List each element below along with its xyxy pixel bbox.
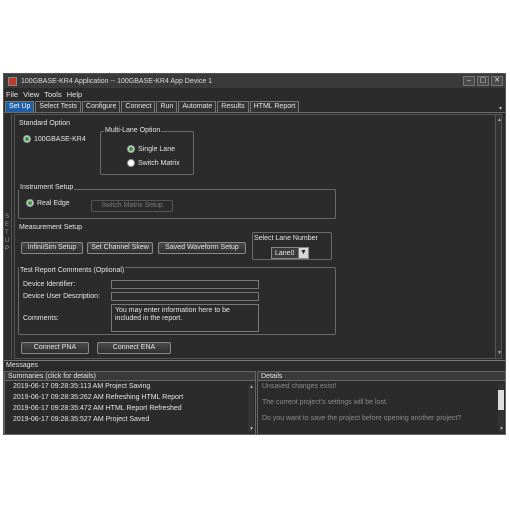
- radio-unselected-icon: [127, 159, 135, 167]
- tab-configure[interactable]: Configure: [82, 101, 121, 112]
- summaries-header: Summaries (click for details): [5, 372, 255, 381]
- radio-single-lane-label: Single Lane: [138, 145, 175, 153]
- tab-results[interactable]: Results: [217, 101, 249, 112]
- menu-help[interactable]: Help: [67, 90, 82, 99]
- summary-row[interactable]: 2019-06-17 09:28:35:472 AM HTML Report R…: [5, 403, 255, 414]
- chevron-down-icon[interactable]: ▼: [298, 248, 308, 258]
- scroll-up-icon[interactable]: ▲: [497, 117, 502, 123]
- menu-view[interactable]: View: [23, 90, 39, 99]
- radio-100gbase-kr4[interactable]: 100GBASE-KR4: [23, 135, 86, 143]
- standard-option-label: Standard Option: [19, 120, 70, 127]
- device-identifier-label: Device Identifier:: [23, 281, 76, 288]
- tab-run[interactable]: Run: [156, 101, 178, 112]
- side-strip-letter: U: [5, 238, 10, 244]
- tab-connect[interactable]: Connect: [121, 101, 156, 112]
- setup-panel: Standard Option 100GBASE-KR4 Multi-Lane …: [14, 114, 502, 359]
- side-strip-letter: S: [5, 214, 10, 220]
- scroll-down-icon[interactable]: ▼: [497, 350, 502, 356]
- side-strip-letter: E: [5, 222, 10, 228]
- measurement-setup-label: Measurement Setup: [19, 224, 83, 231]
- connect-pna-button[interactable]: Connect PNA: [21, 342, 89, 354]
- radio-switch-matrix[interactable]: Switch Matrix: [127, 159, 180, 167]
- instrument-setup-label: Instrument Setup: [19, 184, 75, 191]
- select-lane-label: Select Lane Number: [253, 235, 319, 242]
- summaries-scrollbar[interactable]: ▲ ▼: [248, 384, 254, 432]
- comments-field[interactable]: You may enter information here to be inc…: [111, 304, 259, 332]
- device-user-description-field[interactable]: [111, 292, 259, 301]
- scroll-down-icon[interactable]: ▼: [499, 426, 504, 432]
- details-line: Do you want to save the project before o…: [262, 415, 462, 422]
- test-report-label: Test Report Comments (Optional): [19, 267, 126, 274]
- menu-bar: File View Tools Help: [4, 89, 505, 100]
- radio-real-edge[interactable]: Real Edge: [26, 199, 70, 207]
- window-controls: – ▢ ✕: [463, 76, 503, 86]
- multi-lane-label: Multi-Lane Option: [104, 127, 162, 134]
- infinisim-setup-button[interactable]: InfiniiSim Setup: [21, 242, 83, 254]
- tab-bar: Set Up Select Tests Configure Connect Ru…: [4, 101, 505, 113]
- radio-selected-icon: [26, 199, 34, 207]
- side-strip-letter: T: [5, 230, 9, 236]
- radio-switch-matrix-label: Switch Matrix: [138, 159, 180, 167]
- radio-100gbase-kr4-label: 100GBASE-KR4: [34, 135, 86, 143]
- connect-ena-button[interactable]: Connect ENA: [97, 342, 171, 354]
- radio-selected-icon: [23, 135, 31, 143]
- scroll-thumb[interactable]: [498, 390, 504, 410]
- side-strip-letter: P: [5, 246, 10, 252]
- scroll-up-icon[interactable]: ▲: [249, 384, 254, 390]
- scroll-down-icon[interactable]: ▼: [249, 426, 254, 432]
- tab-automate[interactable]: Automate: [178, 101, 217, 112]
- maximize-button[interactable]: ▢: [477, 76, 489, 86]
- menu-tools[interactable]: Tools: [44, 90, 62, 99]
- set-channel-skew-button[interactable]: Set Channel Skew: [87, 242, 153, 254]
- tab-select-tests[interactable]: Select Tests: [35, 101, 82, 112]
- radio-selected-icon: [127, 145, 135, 153]
- radio-real-edge-label: Real Edge: [37, 199, 70, 207]
- summary-row[interactable]: 2019-06-17 09:28:35:527 AM Project Saved: [5, 414, 255, 425]
- messages-label: Messages: [6, 362, 38, 369]
- window-title: 100GBASE-KR4 Application -- 100GBASE-KR4…: [21, 77, 213, 85]
- tab-set-up[interactable]: Set Up: [5, 101, 35, 112]
- details-header: Details: [258, 372, 505, 381]
- lane-select-value: Lane0: [275, 249, 295, 257]
- chevron-down-icon[interactable]: ▾: [499, 105, 502, 112]
- menu-file[interactable]: File: [6, 90, 18, 99]
- details-line: The current project's settings will be l…: [262, 399, 388, 406]
- switch-matrix-setup-button[interactable]: Switch Matrix Setup: [91, 200, 173, 212]
- radio-single-lane[interactable]: Single Lane: [127, 145, 175, 153]
- details-line: Unsaved changes exist!: [262, 383, 337, 390]
- multi-lane-group: [100, 131, 194, 175]
- device-identifier-field[interactable]: [111, 280, 259, 289]
- saved-waveform-setup-button[interactable]: Saved Waveform Setup: [158, 242, 246, 254]
- summary-row[interactable]: 2019-06-17 09:28:35:113 AM Project Savin…: [5, 381, 255, 392]
- lane-select[interactable]: Lane0 ▼: [271, 247, 309, 259]
- minimize-button[interactable]: –: [463, 76, 475, 86]
- tab-html-report[interactable]: HTML Report: [249, 101, 300, 112]
- title-bar: 100GBASE-KR4 Application -- 100GBASE-KR4…: [4, 74, 505, 88]
- app-window: 100GBASE-KR4 Application -- 100GBASE-KR4…: [3, 73, 506, 435]
- side-strip: S E T U P: [4, 114, 12, 359]
- close-button[interactable]: ✕: [491, 76, 503, 86]
- messages-bar: Messages: [4, 360, 505, 370]
- panel-scrollbar[interactable]: ▲ ▼: [495, 115, 502, 358]
- app-icon: [8, 76, 17, 86]
- device-user-description-label: Device User Description:: [23, 293, 101, 300]
- summary-row[interactable]: 2019-06-17 09:28:35:262 AM Refreshing HT…: [5, 392, 255, 403]
- comments-label: Comments:: [23, 315, 59, 322]
- details-scrollbar[interactable]: ▼: [498, 384, 504, 432]
- summaries-pane: Summaries (click for details) 2019-06-17…: [4, 371, 256, 435]
- details-pane: Details Unsaved changes exist! The curre…: [257, 371, 506, 435]
